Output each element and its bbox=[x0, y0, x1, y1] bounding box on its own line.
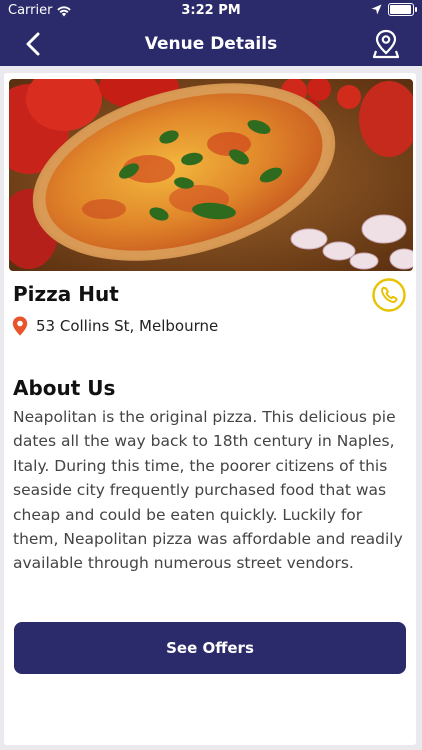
about-heading: About Us bbox=[13, 376, 116, 400]
status-right bbox=[371, 3, 417, 16]
location-pin-icon bbox=[12, 316, 28, 336]
battery-icon bbox=[388, 3, 417, 16]
location-arrow-icon bbox=[371, 4, 382, 15]
venue-address: 53 Collins St, Melbourne bbox=[36, 317, 219, 335]
status-bar: Carrier 3:22 PM bbox=[0, 0, 422, 22]
about-text: Neapolitan is the original pizza. This d… bbox=[13, 408, 403, 573]
nav-bar: Venue Details bbox=[0, 22, 422, 66]
venue-card: Pizza Hut 53 Collins St, Melbourne About… bbox=[4, 73, 416, 745]
venue-name: Pizza Hut bbox=[13, 282, 119, 306]
map-pin-user-icon[interactable] bbox=[372, 29, 400, 59]
status-time: 3:22 PM bbox=[181, 3, 241, 18]
header: Carrier 3:22 PM Venue Details bbox=[0, 0, 422, 66]
address-row: 53 Collins St, Melbourne bbox=[12, 316, 218, 336]
see-offers-button[interactable]: See Offers bbox=[14, 622, 406, 674]
phone-icon[interactable] bbox=[372, 278, 406, 312]
page-title: Venue Details bbox=[144, 34, 278, 54]
venue-hero-image bbox=[9, 79, 413, 271]
battery-fill bbox=[390, 5, 411, 14]
